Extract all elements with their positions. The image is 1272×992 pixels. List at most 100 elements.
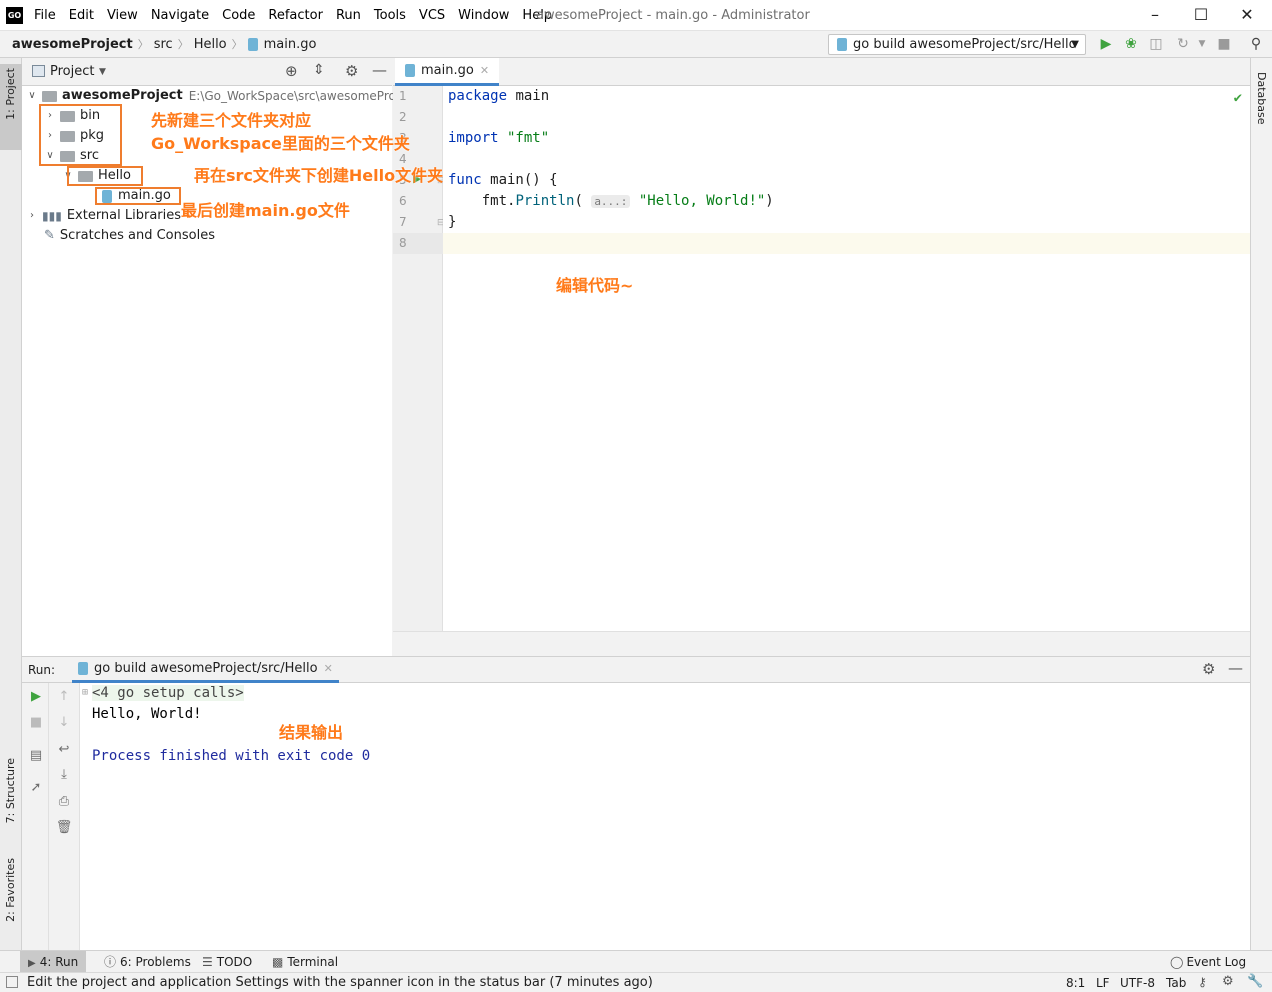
code-line-5: func main() {: [448, 172, 558, 188]
annotation-box-main-go: [95, 187, 181, 205]
run-configuration-select[interactable]: go build awesomeProject/src/Hello ▼: [828, 34, 1086, 55]
wrench-icon[interactable]: 🔧: [1247, 974, 1263, 989]
close-icon[interactable]: ✕: [324, 662, 333, 675]
search-icon[interactable]: ⚲: [1245, 34, 1267, 54]
chevron-down-icon[interactable]: ▼: [99, 67, 106, 77]
folder-icon: [42, 90, 57, 102]
indent-setting[interactable]: Tab: [1166, 976, 1186, 990]
console-exit-status: Process finished with exit code 0: [92, 748, 371, 764]
project-view-title[interactable]: Project: [50, 64, 94, 79]
gear-icon[interactable]: ⚙: [1222, 974, 1234, 989]
chevron-down-icon[interactable]: ▼: [1191, 34, 1213, 54]
tab-label: main.go: [421, 63, 474, 78]
tree-item-external-libraries[interactable]: › ▮▮▮ External Libraries: [26, 206, 181, 226]
tool-tab-terminal[interactable]: ▩ Terminal: [264, 951, 346, 973]
line-number: 8: [399, 236, 407, 250]
collapse-all-icon[interactable]: ⇕: [313, 62, 325, 78]
code-line-6: fmt.Println( a...: "Hello, World!"): [448, 193, 774, 209]
run-console[interactable]: ⊞ <4 go setup calls> Hello, World! Proce…: [80, 683, 1250, 950]
menu-run[interactable]: Run: [336, 8, 361, 23]
tool-tab-todo[interactable]: ☰ TODO: [194, 951, 260, 973]
hide-icon[interactable]: —: [372, 61, 387, 79]
inspection-ok-icon[interactable]: ✔: [1234, 90, 1242, 106]
status-bar: Edit the project and application Setting…: [0, 972, 1272, 992]
maximize-icon[interactable]: ☐: [1178, 0, 1224, 31]
go-file-icon: [247, 37, 258, 51]
tool-tab-run[interactable]: ▶ 4: Run: [20, 951, 87, 973]
locate-icon[interactable]: ⊕: [285, 62, 298, 80]
library-icon: ▮▮▮: [42, 209, 62, 223]
run-icon[interactable]: ▶: [1095, 34, 1117, 54]
menu-navigate[interactable]: Navigate: [151, 8, 209, 23]
project-tool-tab-label[interactable]: 1: Project: [4, 68, 17, 120]
go-file-icon: [405, 64, 415, 77]
annotation-edit-code: 编辑代码~: [556, 276, 634, 295]
left-tool-stripe: 1: Project 7: Structure 2: Favorites: [0, 58, 22, 950]
menu-vcs[interactable]: VCS: [419, 8, 445, 23]
tree-item-label: Scratches and Consoles: [59, 228, 215, 243]
menu-file[interactable]: File: [34, 8, 56, 23]
code-line-1: package main: [448, 88, 550, 104]
run-icon: ▶: [28, 958, 36, 969]
close-icon[interactable]: ✕: [480, 64, 489, 77]
stop-icon[interactable]: ■: [1213, 34, 1235, 54]
arrow-down-icon[interactable]: ↓: [54, 714, 74, 732]
debug-icon[interactable]: ❀: [1120, 34, 1142, 54]
file-encoding[interactable]: UTF-8: [1120, 976, 1155, 990]
run-configuration-label: go build awesomeProject/src/Hello: [853, 37, 1077, 52]
window-title: awesomeProject - main.go - Administrator: [536, 8, 810, 23]
breadcrumb-hello[interactable]: Hello: [194, 37, 227, 52]
code-editor[interactable]: package main import "fmt" func main() { …: [443, 86, 1250, 631]
breadcrumb-src[interactable]: src: [154, 37, 173, 52]
run-tab[interactable]: go build awesomeProject/src/Hello ✕: [72, 657, 339, 683]
menu-view[interactable]: View: [107, 8, 138, 23]
annotation-folders-line2: Go_Workspace里面的三个文件夹: [151, 134, 410, 153]
gear-icon[interactable]: ⚙: [345, 62, 358, 80]
trash-icon[interactable]: 🗑: [54, 819, 74, 837]
arrow-up-icon[interactable]: ↑: [54, 688, 74, 706]
tab-main-go[interactable]: main.go ✕: [395, 58, 500, 86]
tree-item-scratches[interactable]: ✎ Scratches and Consoles: [44, 226, 215, 246]
go-file-icon: [837, 38, 847, 51]
menu-edit[interactable]: Edit: [69, 8, 94, 23]
menu-bar: File Edit View Navigate Code Refactor Ru…: [34, 0, 565, 31]
expand-icon[interactable]: ⊞: [82, 687, 88, 698]
coverage-icon[interactable]: ◫: [1145, 34, 1167, 54]
tree-root[interactable]: ∨ awesomeProject E:\Go_WorkSpace\src\awe…: [26, 86, 413, 106]
minimize-icon[interactable]: –: [1132, 0, 1178, 31]
chevron-right-icon: 〉: [231, 38, 243, 51]
gear-icon[interactable]: ⚙: [1202, 660, 1215, 678]
stop-icon[interactable]: ■: [26, 714, 46, 732]
layout-icon[interactable]: ▤: [26, 747, 46, 765]
chevron-down-icon[interactable]: ∨: [26, 86, 38, 106]
rerun-icon[interactable]: ▶: [26, 688, 46, 706]
print-icon[interactable]: ⎙: [54, 793, 74, 811]
project-view-icon: [32, 65, 45, 77]
database-tool-tab[interactable]: Database: [1255, 72, 1268, 125]
breadcrumb-project[interactable]: awesomeProject: [12, 37, 133, 52]
close-icon[interactable]: ✕: [1224, 0, 1270, 31]
structure-tool-tab[interactable]: 7: Structure: [4, 758, 17, 823]
line-separator[interactable]: LF: [1096, 976, 1110, 990]
menu-code[interactable]: Code: [222, 8, 255, 23]
caret-position[interactable]: 8:1: [1066, 976, 1085, 990]
toggle-tool-windows-icon[interactable]: [6, 976, 18, 988]
pin-icon[interactable]: ➚: [26, 779, 46, 797]
scratches-icon: ✎: [44, 228, 55, 243]
menu-tools[interactable]: Tools: [374, 8, 406, 23]
breadcrumb-file[interactable]: main.go: [264, 37, 317, 52]
scroll-to-end-icon[interactable]: ⤓: [54, 766, 74, 784]
lock-icon[interactable]: ⚷: [1198, 975, 1207, 989]
soft-wrap-icon[interactable]: ↩: [54, 741, 74, 759]
chevron-right-icon[interactable]: ›: [26, 206, 38, 226]
tool-tab-event-log[interactable]: ◯ Event Log: [1162, 951, 1254, 973]
menu-window[interactable]: Window: [458, 8, 509, 23]
hide-icon[interactable]: —: [1228, 659, 1243, 677]
menu-refactor[interactable]: Refactor: [268, 8, 323, 23]
tool-tab-problems[interactable]: ⓘ 6: Problems: [96, 951, 199, 973]
go-file-icon: [78, 662, 88, 675]
favorites-tool-tab[interactable]: 2: Favorites: [4, 858, 17, 922]
console-setup-calls[interactable]: <4 go setup calls>: [92, 685, 244, 701]
run-tab-label: go build awesomeProject/src/Hello: [94, 661, 318, 676]
list-icon: ☰: [202, 955, 213, 969]
